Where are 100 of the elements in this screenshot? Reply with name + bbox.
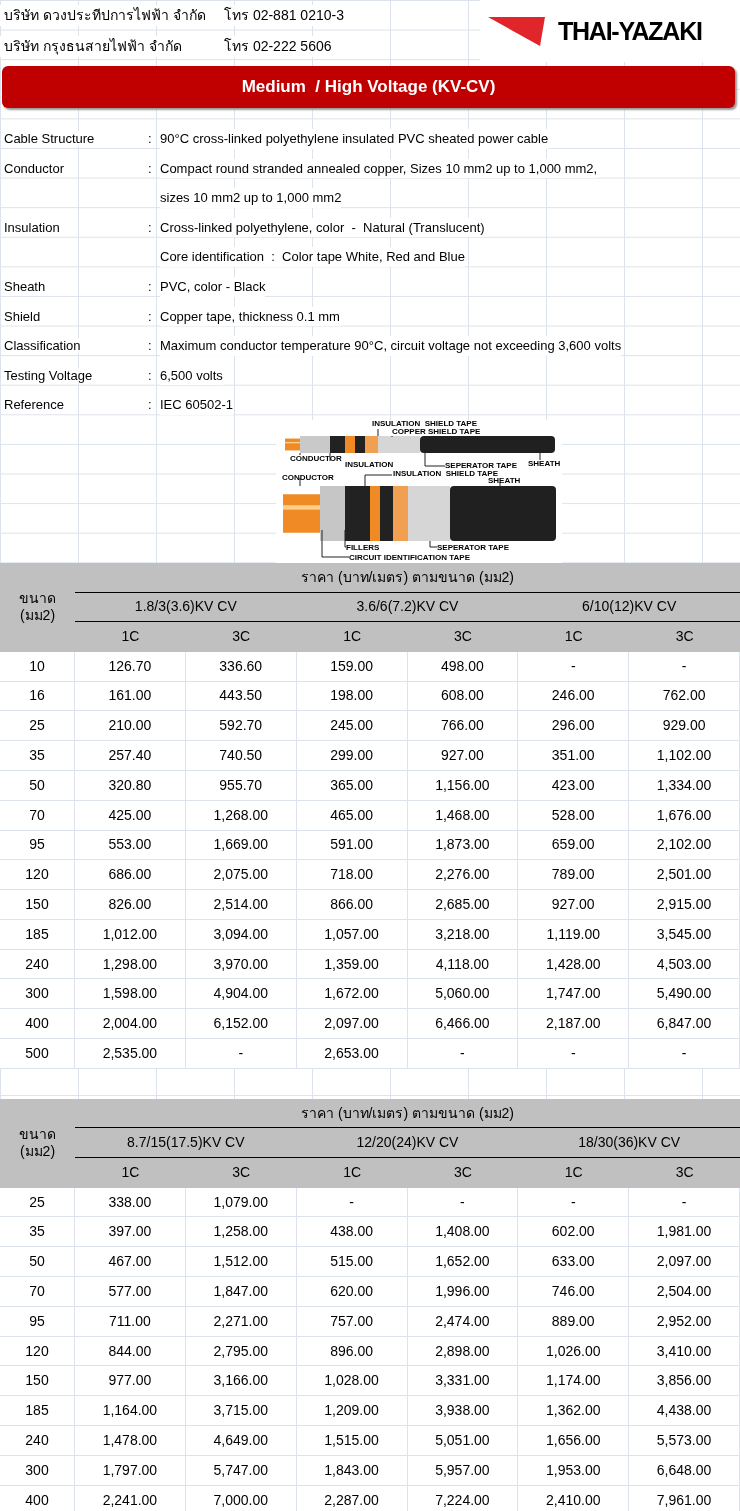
price-cell: -	[407, 1187, 519, 1218]
size-cell: 95	[0, 830, 75, 861]
spec-value: Copper tape, thickness 0.1 mm	[160, 306, 340, 327]
price-cell: -	[407, 1039, 519, 1069]
price-cell: 1,468.00	[407, 800, 519, 831]
size-cell: 500	[0, 1039, 75, 1069]
price-cell: -	[629, 1039, 740, 1069]
spec-value: Cross-linked polyethylene, color - Natural (Translucent)	[160, 217, 485, 238]
price-cell: -	[296, 1187, 408, 1218]
price-cell: 443.50	[185, 681, 297, 712]
spec-label: Classification	[4, 338, 81, 354]
size-cell: 95	[0, 1306, 75, 1337]
price-cell: 2,241.00	[75, 1485, 186, 1511]
phone-number: โทร 02-222 5606	[224, 36, 332, 57]
price-cell: 5,747.00	[185, 1455, 297, 1486]
diagram-label: INSULATION SHIELD TAPE	[393, 469, 499, 478]
price-cell: -	[518, 1039, 630, 1069]
price-cell: 6,648.00	[629, 1455, 740, 1486]
price-cell: 1,428.00	[518, 949, 630, 980]
price-cell: 2,097.00	[296, 1009, 408, 1040]
spec-value: sizes 10 mm2 up to 1,000 mm2	[160, 188, 342, 208]
spec-value: PVC, color - Black	[160, 277, 266, 297]
price-cell: 1,873.00	[407, 830, 519, 861]
spec-value: Core identification : Color tape White, Red and Blue	[160, 247, 465, 267]
price-cell: 1,843.00	[296, 1455, 408, 1486]
price-cell: 762.00	[629, 681, 740, 712]
column-header: 3C	[675, 1163, 694, 1183]
spec-value: Compact round stranded annealed copper, Sizes 10 mm2 up to 1,000 mm2,	[160, 158, 598, 179]
price-cell: 2,287.00	[296, 1485, 408, 1511]
size-cell: 400	[0, 1009, 75, 1040]
price-cell: 577.00	[75, 1277, 186, 1307]
price-cell: 1,847.00	[185, 1277, 297, 1307]
size-cell: 185	[0, 1396, 75, 1427]
price-cell: 1,298.00	[75, 949, 186, 980]
price-cell: 159.00	[296, 651, 408, 682]
price-cell: -	[185, 1039, 297, 1069]
price-cell: 1,676.00	[629, 800, 740, 831]
price-cell: 3,938.00	[407, 1396, 519, 1427]
price-cell: 1,119.00	[518, 919, 630, 950]
diagram-label: INSULATION SHIELD TAPE	[372, 419, 478, 428]
price-cell: 2,501.00	[629, 860, 740, 891]
price-cell: 438.00	[296, 1217, 408, 1248]
price-cell: -	[629, 1187, 740, 1218]
column-header: 3C	[232, 1163, 251, 1183]
price-cell: 2,795.00	[185, 1336, 297, 1367]
price-cell: 3,715.00	[185, 1396, 297, 1427]
price-cell: 4,438.00	[629, 1396, 740, 1427]
price-cell: 2,685.00	[407, 890, 519, 920]
column-header: 1C	[121, 1163, 140, 1183]
price-cell: 2,898.00	[407, 1336, 519, 1367]
column-header: 1C	[564, 1163, 583, 1183]
price-cell: 1,981.00	[629, 1217, 740, 1248]
size-cell: 70	[0, 800, 75, 831]
price-cell: 553.00	[75, 830, 186, 861]
price-cell: 2,075.00	[185, 860, 297, 891]
price-cell: 1,512.00	[185, 1247, 297, 1278]
voltage-group-header: 8.7/15(17.5)KV CV	[127, 1133, 245, 1153]
column-header: 1C	[343, 1163, 362, 1183]
price-cell: 6,466.00	[407, 1009, 519, 1040]
size-cell: 240	[0, 949, 75, 980]
size-cell: 25	[0, 1187, 75, 1218]
price-cell: 602.00	[518, 1217, 630, 1248]
spec-label: Sheath	[4, 279, 46, 294]
size-cell: 400	[0, 1485, 75, 1511]
phone-number: โทร 02-881 0210-3	[224, 5, 344, 26]
diagram-label: CONDUCTOR	[290, 454, 342, 463]
price-cell: 592.70	[185, 711, 297, 742]
price-cell: 2,276.00	[407, 860, 519, 891]
price-cell: 498.00	[407, 651, 519, 682]
price-cell: 659.00	[518, 830, 630, 861]
diagram-label: SEPERATOR TAPE	[437, 543, 509, 552]
price-cell: 889.00	[518, 1306, 630, 1337]
logo-icon	[488, 15, 546, 47]
spec-label: Testing Voltage	[4, 367, 93, 383]
price-cell: 5,060.00	[407, 979, 519, 1010]
price-cell: 3,545.00	[629, 919, 740, 950]
price-cell: 3,331.00	[407, 1366, 519, 1397]
price-cell: 633.00	[518, 1247, 630, 1278]
price-cell: 425.00	[75, 800, 186, 831]
size-cell: 300	[0, 979, 75, 1010]
price-cell: 896.00	[296, 1336, 408, 1367]
price-cell: 766.00	[407, 711, 519, 742]
price-cell: 1,652.00	[407, 1247, 519, 1278]
price-cell: 465.00	[296, 800, 408, 831]
price-cell: 1,174.00	[518, 1366, 630, 1397]
price-cell: 338.00	[75, 1187, 186, 1218]
price-cell: 296.00	[518, 711, 630, 742]
price-cell: 608.00	[407, 681, 519, 712]
price-cell: 4,649.00	[185, 1426, 297, 1456]
price-cell: 826.00	[75, 890, 186, 920]
price-cell: 5,573.00	[629, 1426, 740, 1456]
price-cell: 927.00	[407, 741, 519, 771]
price-cell: 2,474.00	[407, 1306, 519, 1337]
price-cell: 6,847.00	[629, 1009, 740, 1040]
price-cell: 515.00	[296, 1247, 408, 1278]
size-cell: 10	[0, 651, 75, 682]
price-cell: 210.00	[75, 711, 186, 742]
diagram-label: SEPERATOR TAPE	[445, 461, 517, 470]
price-cell: 746.00	[518, 1277, 630, 1307]
price-cell: 3,970.00	[185, 949, 297, 980]
